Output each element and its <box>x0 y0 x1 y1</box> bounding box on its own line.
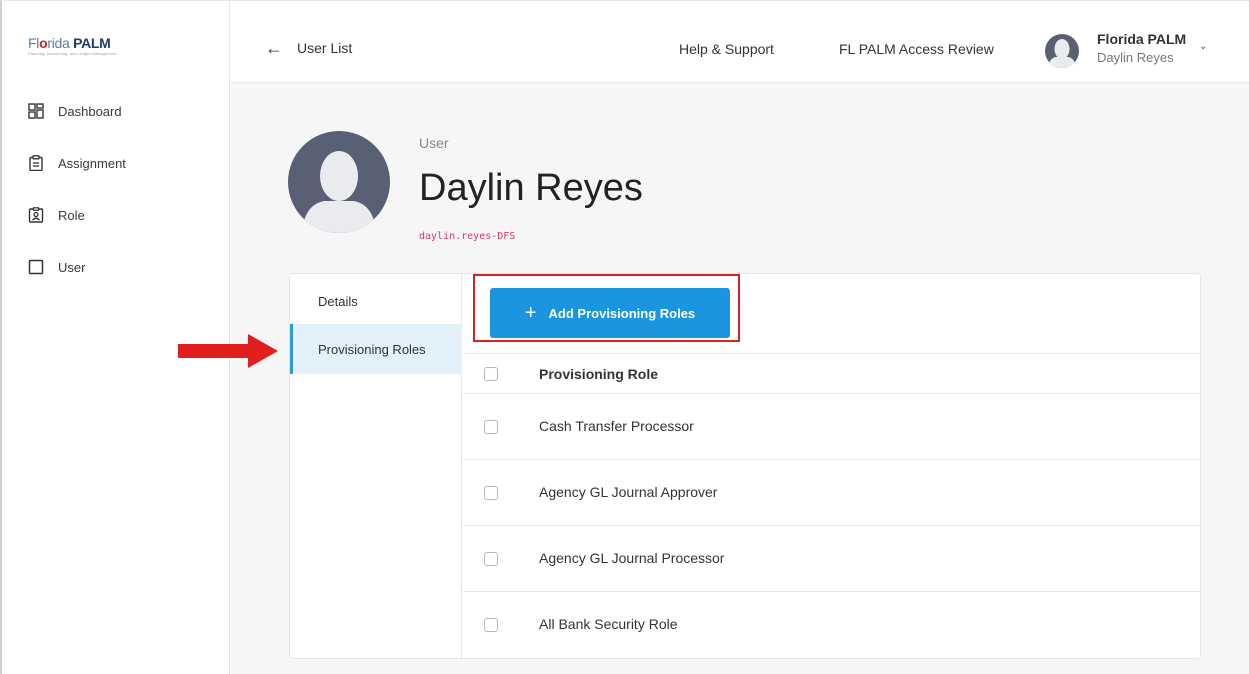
table-header-row: Provisioning Role <box>463 354 1201 394</box>
select-all-checkbox[interactable] <box>484 367 498 381</box>
sidebar-item-label: Role <box>58 207 85 223</box>
role-name: Cash Transfer Processor <box>539 418 694 434</box>
role-name: Agency GL Journal Approver <box>539 484 718 500</box>
annotation-arrow-icon <box>178 334 278 373</box>
back-to-user-list[interactable]: ← User List <box>265 39 352 57</box>
table-row[interactable]: Agency GL Journal Approver <box>463 460 1201 526</box>
annotation-highlight-box <box>473 274 740 342</box>
help-support-link[interactable]: Help & Support <box>679 41 774 57</box>
sidebar-item-role[interactable]: Role <box>28 205 126 225</box>
detail-tabs: Details Provisioning Roles <box>290 274 462 658</box>
sidebar-item-dashboard[interactable]: Dashboard <box>28 101 126 121</box>
sidebar-item-assignment[interactable]: Assignment <box>28 153 126 173</box>
account-avatar[interactable] <box>1045 34 1079 68</box>
row-checkbox[interactable] <box>484 486 498 500</box>
profile-name: Daylin Reyes <box>419 167 643 209</box>
sidebar-item-user[interactable]: User <box>28 257 126 277</box>
row-checkbox[interactable] <box>484 420 498 434</box>
user-detail-card: Details Provisioning Roles + Add Provisi… <box>289 273 1201 659</box>
sidebar-item-label: User <box>58 259 86 275</box>
main-content: ← User List Help & Support FL PALM Acces… <box>231 1 1249 674</box>
role-name: Agency GL Journal Processor <box>539 550 725 566</box>
column-header-provisioning-role: Provisioning Role <box>539 366 659 382</box>
account-org: Florida PALM <box>1097 31 1187 47</box>
sidebar-item-label: Dashboard <box>58 103 122 119</box>
clipboard-icon <box>28 155 44 171</box>
profile-type-label: User <box>419 135 449 151</box>
row-checkbox[interactable] <box>484 618 498 632</box>
account-name: Daylin Reyes <box>1097 50 1174 65</box>
badge-icon <box>28 207 44 223</box>
dashboard-icon <box>28 103 44 119</box>
back-label: User List <box>297 40 353 56</box>
florida-palm-logo[interactable]: Florida PALM Planning, Accounting, and L… <box>28 35 116 56</box>
table-row[interactable]: Agency GL Journal Processor <box>463 526 1201 592</box>
access-review-link[interactable]: FL PALM Access Review <box>839 41 994 57</box>
user-square-icon <box>28 259 44 275</box>
table-row[interactable]: Cash Transfer Processor <box>463 394 1201 460</box>
row-checkbox[interactable] <box>484 552 498 566</box>
app-window: Florida PALM Planning, Accounting, and L… <box>0 0 1249 674</box>
user-avatar <box>288 131 390 233</box>
tab-provisioning-roles[interactable]: Provisioning Roles <box>290 324 462 374</box>
role-name: All Bank Security Role <box>539 616 678 632</box>
tab-details[interactable]: Details <box>290 276 462 326</box>
roles-table: Provisioning Role Cash Transfer Processo… <box>463 354 1201 658</box>
top-bar: ← User List Help & Support FL PALM Acces… <box>231 1 1249 83</box>
profile-handle: daylin.reyes-DFS <box>419 231 516 242</box>
table-row[interactable]: All Bank Security Role <box>463 592 1201 658</box>
sidebar-nav: Dashboard Assignment Role User <box>28 101 126 309</box>
sidebar-item-label: Assignment <box>58 155 126 171</box>
arrow-left-icon: ← <box>265 38 283 58</box>
logo-tagline: Planning, Accounting, and Ledger Managem… <box>28 51 117 56</box>
chevron-down-icon[interactable]: ⌄ <box>1199 41 1207 52</box>
account-info[interactable]: Florida PALM Daylin Reyes <box>1097 31 1186 65</box>
